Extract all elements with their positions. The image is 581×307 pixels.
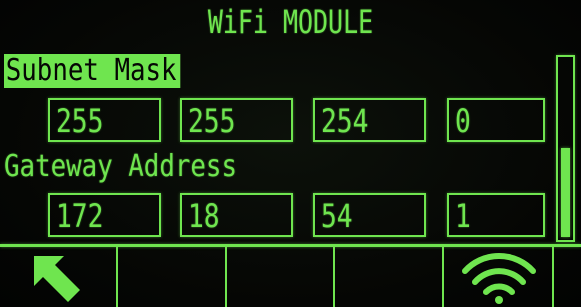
subnet-mask-label[interactable]: Subnet Mask	[4, 54, 181, 88]
octet-value: 254	[321, 102, 369, 140]
gateway-address-octet-3[interactable]: 54	[313, 193, 426, 237]
softkey-4[interactable]	[335, 247, 444, 307]
octet-value: 172	[56, 197, 104, 235]
octet-value: 1	[455, 197, 471, 235]
lcd-screen: WiFi MODULE Subnet Mask 255 255 254 0 Ga…	[0, 0, 581, 307]
softkey-2[interactable]	[118, 247, 227, 307]
gateway-address-octet-2[interactable]: 18	[180, 193, 293, 237]
softkey-wifi[interactable]	[444, 247, 554, 307]
page-title: WiFi MODULE	[207, 3, 374, 41]
subnet-mask-octet-3[interactable]: 254	[313, 98, 426, 142]
subnet-mask-octet-1[interactable]: 255	[48, 98, 161, 142]
wifi-icon	[462, 252, 536, 304]
octet-value: 18	[188, 197, 220, 235]
softkey-3[interactable]	[227, 247, 335, 307]
gateway-address-label[interactable]: Gateway Address	[4, 152, 237, 182]
subnet-mask-octet-2[interactable]: 255	[180, 98, 293, 142]
octet-value: 255	[188, 102, 236, 140]
softkey-6[interactable]	[554, 247, 581, 307]
softkey-back[interactable]	[0, 247, 118, 307]
octet-value: 54	[321, 197, 353, 235]
gateway-address-octet-1[interactable]: 172	[48, 193, 161, 237]
scrollbar-thumb[interactable]	[561, 148, 570, 237]
octet-value: 0	[455, 102, 471, 140]
gateway-address-octet-4[interactable]: 1	[447, 193, 545, 237]
octet-value: 255	[56, 102, 104, 140]
arrow-up-left-icon	[34, 256, 80, 302]
scrollbar-track[interactable]	[556, 55, 575, 242]
subnet-mask-octet-4[interactable]: 0	[447, 98, 545, 142]
